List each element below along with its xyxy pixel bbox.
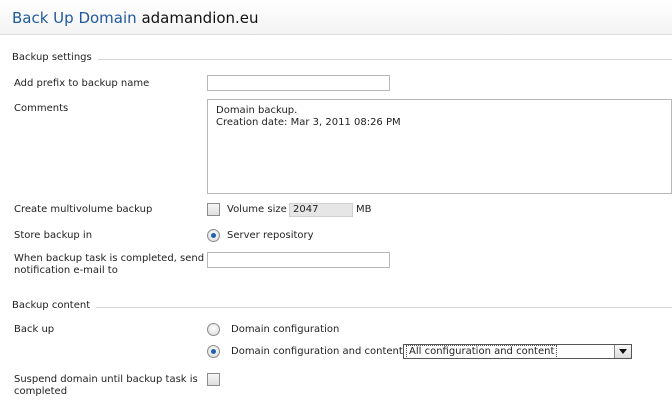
notify-label-line-1: When backup task is completed, send [14, 253, 205, 264]
page-title-domain: adamandion.eu [141, 9, 259, 27]
suspend-label-line-1: Suspend domain until backup task is [14, 374, 198, 385]
notify-label: When backup task is completed, send noti… [14, 253, 204, 277]
comments-label: Comments [14, 103, 69, 114]
backup-settings-section: Backup settings [12, 52, 672, 66]
suspend-label: Suspend domain until backup task is comp… [14, 374, 198, 398]
notify-email-input[interactable] [207, 252, 390, 268]
suspend-label-line-2: completed [14, 386, 68, 397]
domain-config-content-label: Domain configuration and content [231, 346, 403, 357]
backup-label: Back up [14, 324, 55, 335]
store-label: Store backup in [14, 230, 93, 241]
title-bar: Back Up Domain adamandion.eu [0, 0, 672, 35]
prefix-input[interactable] [207, 75, 390, 91]
comments-textarea[interactable]: Domain backup. Creation date: Mar 3, 201… [207, 99, 672, 194]
select-value: All configuration and content [405, 345, 558, 359]
section-divider [12, 307, 672, 308]
multivolume-checkbox[interactable] [207, 203, 220, 216]
comments-line-1: Domain backup. [216, 105, 298, 116]
notify-label-line-2: notification e-mail to [14, 265, 118, 276]
volume-size-label: Volume size [227, 204, 287, 215]
server-repository-radio[interactable] [207, 229, 220, 242]
domain-configuration-label: Domain configuration [231, 324, 340, 335]
backup-settings-heading: Backup settings [12, 52, 98, 63]
backup-content-section: Backup content [12, 300, 672, 314]
content-type-select[interactable]: All configuration and content [403, 344, 632, 359]
prefix-label: Add prefix to backup name [14, 78, 150, 89]
backup-content-heading: Backup content [12, 300, 97, 311]
chevron-down-icon[interactable] [614, 345, 631, 358]
server-repository-label: Server repository [227, 230, 314, 241]
volume-unit: MB [356, 204, 372, 215]
page-title: Back Up Domain adamandion.eu [12, 9, 259, 27]
page-title-prefix: Back Up Domain [12, 9, 137, 27]
section-divider [12, 59, 672, 60]
comments-line-2: Creation date: Mar 3, 2011 08:26 PM [216, 117, 401, 128]
domain-configuration-radio[interactable] [207, 323, 220, 336]
suspend-domain-checkbox[interactable] [207, 373, 220, 386]
domain-config-content-radio[interactable] [207, 345, 220, 358]
multivolume-label: Create multivolume backup [14, 204, 153, 215]
volume-size-input[interactable]: 2047 [289, 203, 353, 217]
